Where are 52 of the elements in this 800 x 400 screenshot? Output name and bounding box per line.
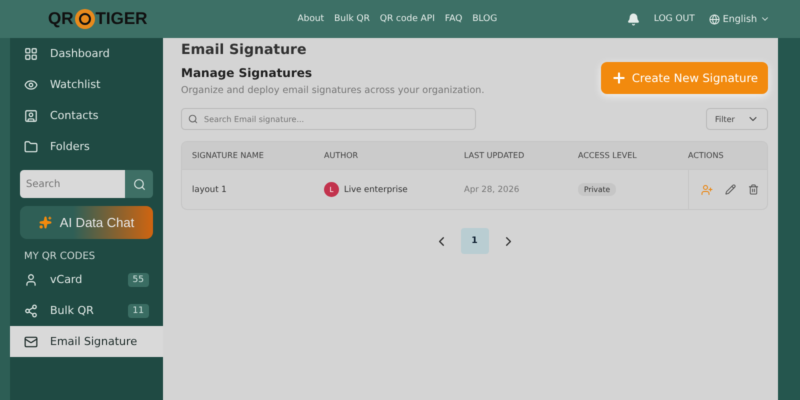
count-badge: 55 (128, 272, 149, 286)
nav-link[interactable]: BLOG (472, 14, 498, 24)
column-header: ACCESS LEVEL (578, 151, 638, 160)
author-name: Live enterprise (344, 184, 408, 194)
table-cell-text: layout 1 (192, 184, 228, 194)
column-header: AUTHOR (324, 151, 360, 160)
search-icon (132, 178, 146, 190)
sidebar-item[interactable]: Contacts (10, 100, 163, 131)
subtitle: Organize and deploy email signatures across your organization. (181, 85, 484, 96)
table-cell-text: Apr 28, 2026 (464, 184, 520, 194)
trash-icon[interactable] (748, 184, 759, 195)
nav-link[interactable]: About (297, 14, 324, 24)
nav-link[interactable]: FAQ (444, 14, 462, 24)
search-input[interactable]: Search Email signature... (202, 114, 469, 124)
sidebar-item[interactable]: Email Signature (10, 326, 163, 357)
sidebar-item[interactable]: Folders (10, 131, 163, 162)
edit-icon[interactable] (725, 184, 736, 195)
globe-icon (708, 14, 720, 24)
page-title: Email Signature (181, 42, 308, 58)
logo[interactable]: QR TIGER (48, 9, 148, 29)
network-icon (24, 304, 38, 318)
page-button[interactable]: 1 (460, 228, 488, 254)
language-selector[interactable]: English (708, 14, 770, 24)
sidebar-item[interactable]: Dashboard (10, 38, 163, 69)
nav-link[interactable]: QR code API (380, 14, 435, 24)
search-input[interactable]: Search (20, 170, 125, 198)
bell-icon[interactable] (626, 12, 640, 26)
section-title: MY QR CODES (23, 251, 96, 262)
person-icon (24, 272, 38, 286)
envelope-icon (24, 334, 38, 348)
sparkle-icon (38, 216, 52, 229)
column-header: LAST UPDATED (464, 151, 526, 160)
logout-link[interactable]: LOG OUT (654, 14, 695, 24)
section-heading: Manage Signatures (181, 66, 314, 80)
grid-icon (24, 46, 38, 60)
ai-chat-button[interactable]: AI Data Chat (20, 206, 153, 239)
sidebar-item[interactable]: vCard 55 (10, 264, 163, 295)
eye-icon (24, 78, 38, 92)
nav-link[interactable]: Bulk QR (334, 14, 370, 24)
sidebar-search[interactable]: Search (20, 170, 153, 198)
sidebar-item[interactable]: Watchlist (10, 69, 163, 100)
folder-icon (24, 140, 38, 154)
contact-card-icon (24, 108, 38, 122)
search-field[interactable]: Search Email signature... (181, 108, 476, 130)
search-icon (188, 114, 198, 124)
search-button[interactable] (125, 170, 153, 198)
plus-icon (610, 70, 627, 86)
column-header: SIGNATURE NAME (192, 151, 265, 160)
count-badge: 11 (128, 304, 149, 318)
filter-dropdown[interactable]: Filter (706, 108, 768, 130)
column-header: ACTIONS (688, 151, 725, 160)
sidebar-item[interactable]: Bulk QR 11 (10, 295, 163, 326)
